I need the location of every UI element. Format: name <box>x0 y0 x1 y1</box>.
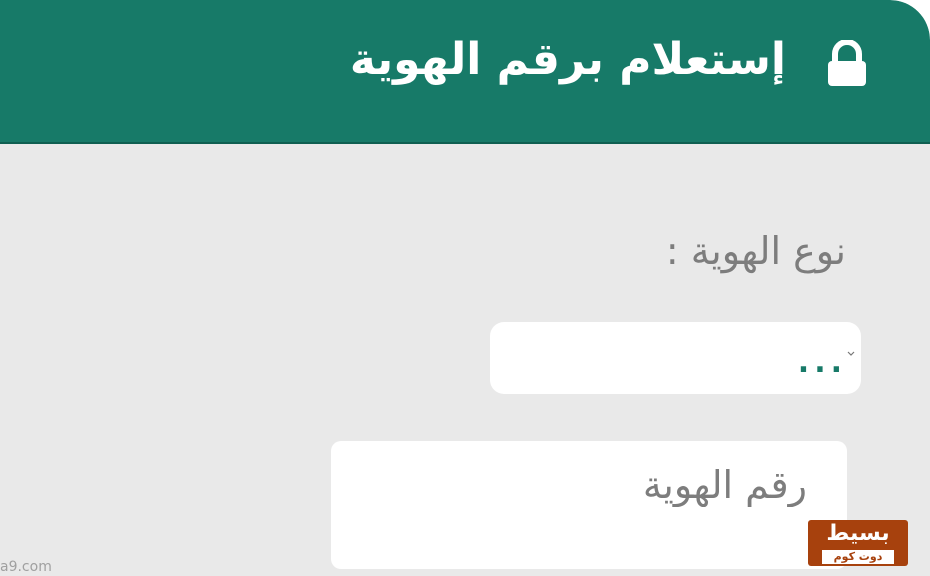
watermark-url: a9.com <box>0 559 52 575</box>
id-type-select[interactable]: ... <box>490 322 861 394</box>
logo-main-text: بسيط <box>826 521 890 546</box>
page-title: إستعلام برقم الهوية <box>349 34 786 85</box>
card-header: إستعلام برقم الهوية <box>0 0 930 144</box>
id-type-label: نوع الهوية : <box>665 229 846 273</box>
lock-icon <box>828 40 866 86</box>
logo-sub-text: دوت كوم <box>822 550 894 564</box>
id-type-select-value: ... <box>797 345 847 380</box>
id-number-input[interactable] <box>331 441 847 569</box>
inquiry-card: إستعلام برقم الهوية نوع الهوية : ... بسي… <box>0 0 930 576</box>
site-logo-watermark: بسيط دوت كوم <box>808 520 908 566</box>
chevron-down-icon <box>847 351 855 356</box>
